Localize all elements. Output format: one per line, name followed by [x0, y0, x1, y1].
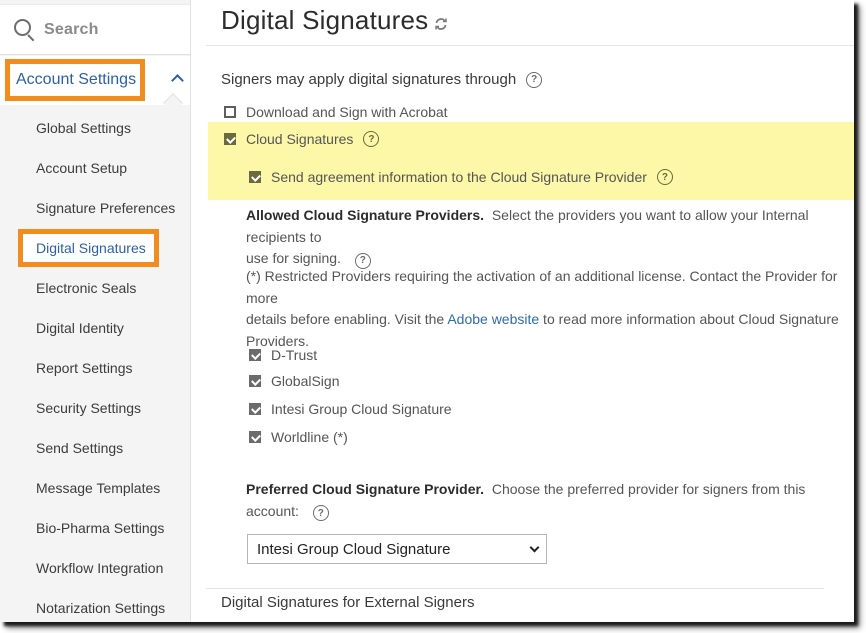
help-icon[interactable]: ? [363, 131, 380, 147]
external-signers-title: Digital Signatures for External Signers [221, 594, 475, 611]
page-title: Digital Signatures [221, 5, 429, 35]
send-agreement-info-checkbox[interactable] [249, 171, 261, 183]
allowed-providers-description: Allowed Cloud Signature Providers. Selec… [246, 205, 854, 270]
cloud-signatures-label: Cloud Signatures [246, 131, 354, 147]
sidebar-item-digital-identity[interactable]: Digital Identity [0, 308, 190, 348]
sidebar-item-signature-preferences[interactable]: Signature Preferences [0, 188, 190, 228]
account-settings-highlight: Account Settings [5, 59, 145, 101]
sidebar-item-bio-pharma-settings[interactable]: Bio-Pharma Settings [0, 508, 190, 548]
adobe-website-link[interactable]: Adobe website [447, 311, 539, 327]
sidebar-item-notarization-settings[interactable]: Notarization Settings [0, 588, 190, 622]
preferred-provider-description: Preferred Cloud Signature Provider. Choo… [246, 479, 854, 522]
signers-label: Signers may apply digital signatures thr… [221, 71, 517, 88]
cloud-signatures-checkbox[interactable] [224, 133, 236, 145]
globalsign-checkbox[interactable] [249, 375, 261, 387]
sidebar-item-workflow-integration[interactable]: Workflow Integration [0, 548, 190, 588]
download-acrobat-checkbox[interactable] [224, 106, 236, 118]
sidebar-item-message-templates[interactable]: Message Templates [0, 468, 190, 508]
app-frame: Search Account Settings Global Settings … [0, 0, 854, 622]
sidebar: Search Account Settings Global Settings … [0, 0, 191, 622]
sidebar-item-digital-signatures[interactable]: Digital Signatures [0, 228, 190, 268]
option-download-acrobat[interactable]: Download and Sign with Acrobat [224, 104, 448, 120]
main-content: Digital Signatures Signers may apply dig… [192, 0, 854, 622]
worldline-checkbox[interactable] [249, 431, 261, 443]
option-send-agreement-info[interactable]: Send agreement information to the Cloud … [249, 169, 673, 185]
preferred-provider-value: Intesi Group Cloud Signature [257, 540, 451, 558]
allowed-providers-heading: Allowed Cloud Signature Providers. [246, 207, 485, 223]
search-placeholder: Search [44, 20, 99, 38]
sidebar-item-global-settings[interactable]: Global Settings [0, 108, 190, 148]
send-agreement-info-label: Send agreement information to the Cloud … [271, 169, 647, 185]
intesi-checkbox[interactable] [249, 403, 261, 415]
provider-globalsign[interactable]: GlobalSign [249, 373, 340, 389]
account-settings-header[interactable]: Account Settings [0, 56, 190, 105]
help-icon[interactable]: ? [526, 71, 543, 88]
section-divider [206, 588, 824, 589]
download-acrobat-label: Download and Sign with Acrobat [246, 104, 448, 120]
preferred-provider-heading: Preferred Cloud Signature Provider. [246, 481, 485, 497]
title-row: Digital Signatures [221, 5, 448, 36]
help-icon[interactable]: ? [656, 169, 673, 185]
provider-worldline[interactable]: Worldline (*) [249, 429, 348, 445]
sidebar-item-send-settings[interactable]: Send Settings [0, 428, 190, 468]
provider-d-trust[interactable]: D-Trust [249, 347, 317, 363]
sidebar-item-account-setup[interactable]: Account Setup [0, 148, 190, 188]
help-icon[interactable]: ? [312, 505, 329, 522]
signers-label-row: Signers may apply digital signatures thr… [221, 71, 543, 88]
title-divider [206, 45, 854, 46]
sidebar-nav: Global Settings Account Setup Signature … [0, 108, 190, 622]
restricted-providers-note: (*) Restricted Providers requiring the a… [246, 268, 839, 349]
option-cloud-signatures[interactable]: Cloud Signatures ? [224, 131, 380, 147]
account-settings-label: Account Settings [16, 71, 137, 88]
search-input[interactable]: Search [0, 4, 190, 55]
search-icon [14, 18, 36, 41]
sidebar-item-electronic-seals[interactable]: Electronic Seals [0, 268, 190, 308]
sidebar-item-security-settings[interactable]: Security Settings [0, 388, 190, 428]
provider-intesi[interactable]: Intesi Group Cloud Signature [249, 401, 452, 417]
sidebar-item-report-settings[interactable]: Report Settings [0, 348, 190, 388]
d-trust-checkbox[interactable] [249, 349, 261, 361]
preferred-provider-select[interactable]: Intesi Group Cloud Signature [247, 534, 547, 564]
chevron-up-icon[interactable] [171, 74, 184, 87]
refresh-icon[interactable] [434, 17, 448, 31]
chevron-down-icon [529, 542, 540, 553]
